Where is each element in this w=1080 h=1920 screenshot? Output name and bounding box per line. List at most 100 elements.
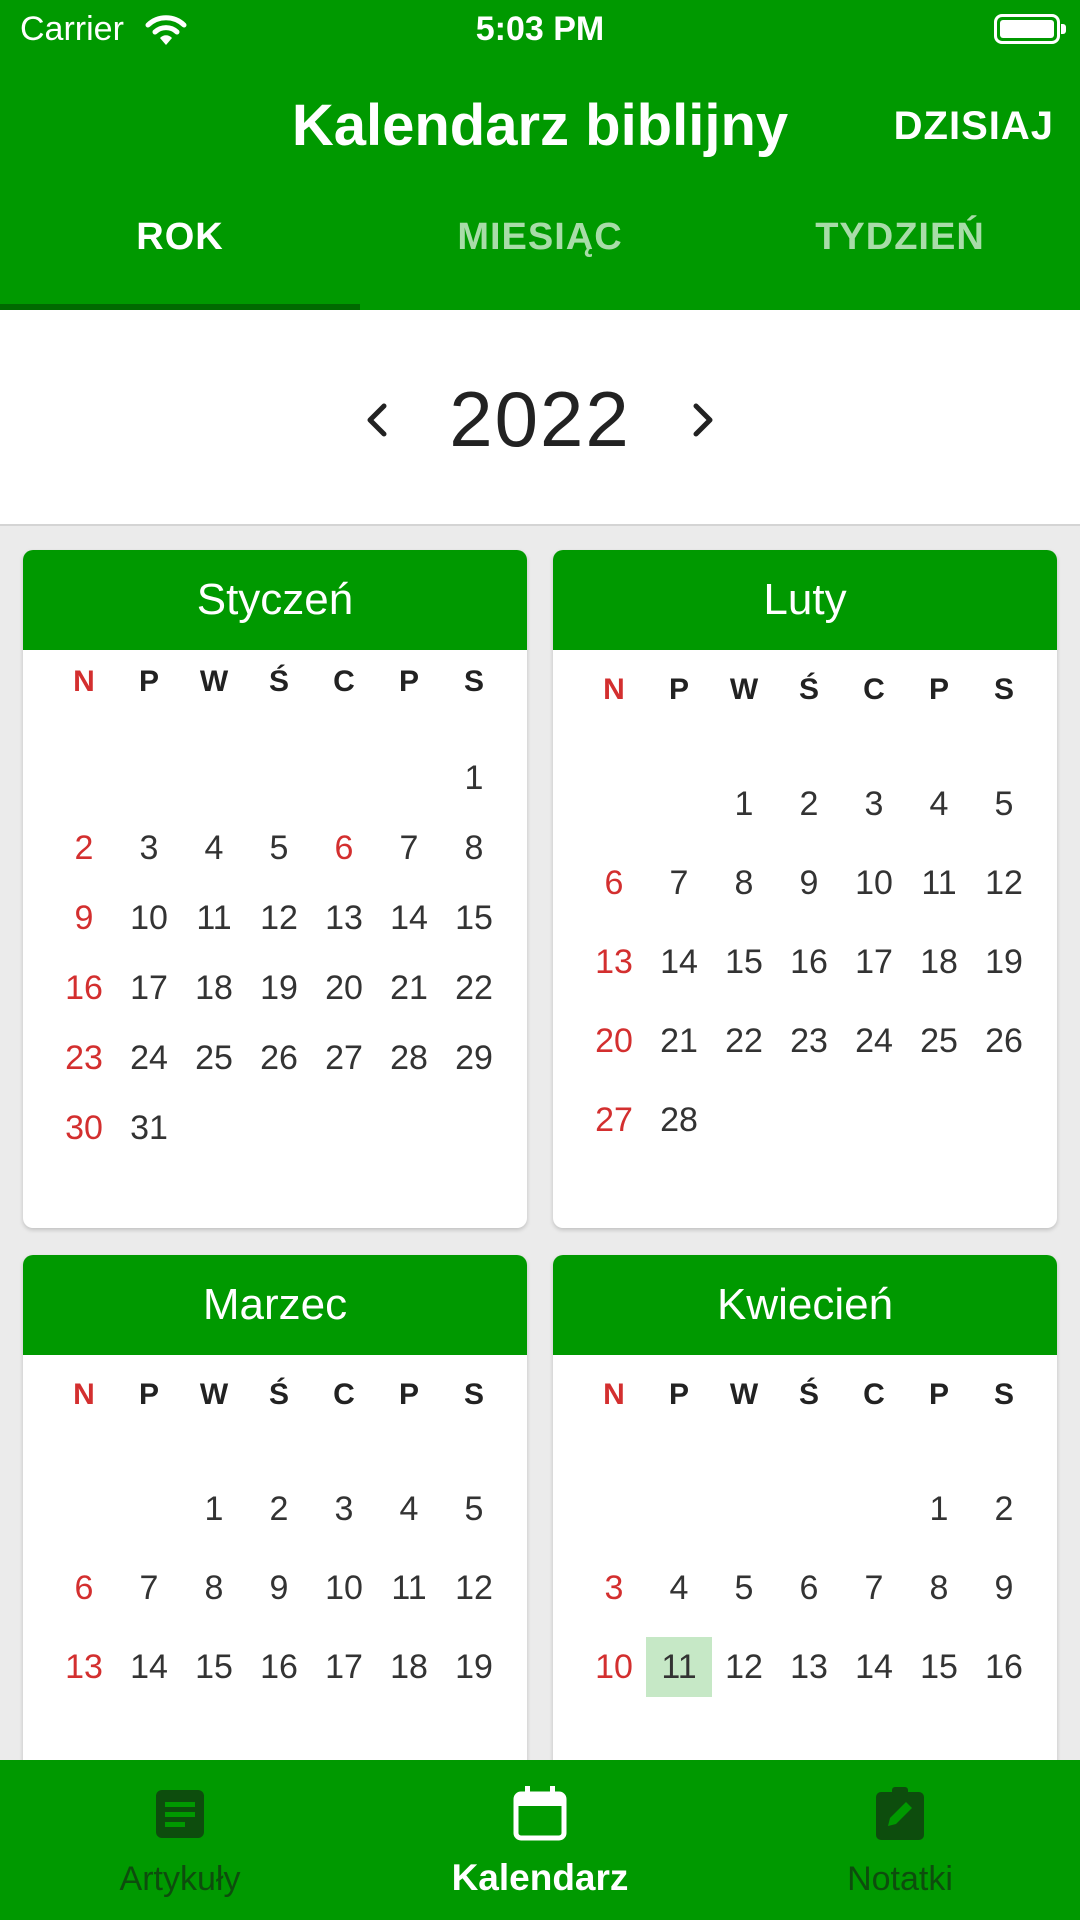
- day-cell[interactable]: 6: [776, 1558, 842, 1618]
- day-cell[interactable]: 3: [581, 1558, 647, 1618]
- day-cell[interactable]: 12: [441, 1558, 507, 1618]
- day-cell[interactable]: 1: [181, 1479, 247, 1539]
- day-cell[interactable]: 29: [441, 1028, 507, 1088]
- day-cell[interactable]: 9: [971, 1558, 1037, 1618]
- chevron-left-icon[interactable]: [348, 390, 408, 450]
- day-cell[interactable]: 27: [311, 1028, 377, 1088]
- day-cell[interactable]: 4: [181, 818, 247, 878]
- day-cell[interactable]: 30: [51, 1098, 117, 1158]
- day-cell[interactable]: 11: [906, 853, 972, 913]
- tab-month[interactable]: MIESIĄC: [360, 200, 720, 310]
- day-cell[interactable]: 14: [116, 1637, 182, 1697]
- day-cell[interactable]: 9: [246, 1558, 312, 1618]
- day-cell[interactable]: 28: [376, 1028, 442, 1088]
- day-cell[interactable]: 9: [51, 888, 117, 948]
- day-cell[interactable]: 2: [51, 818, 117, 878]
- tab-week[interactable]: TYDZIEŃ: [720, 200, 1080, 310]
- day-cell[interactable]: 7: [116, 1558, 182, 1618]
- nav-notes[interactable]: Notatki: [720, 1760, 1080, 1920]
- day-cell[interactable]: 8: [441, 818, 507, 878]
- today-button[interactable]: DZISIAJ: [894, 104, 1054, 149]
- day-cell[interactable]: 16: [51, 958, 117, 1018]
- day-cell[interactable]: 20: [311, 958, 377, 1018]
- day-cell[interactable]: 15: [181, 1637, 247, 1697]
- day-cell[interactable]: 8: [181, 1558, 247, 1618]
- day-cell[interactable]: 12: [971, 853, 1037, 913]
- chevron-right-icon[interactable]: [672, 390, 732, 450]
- day-cell[interactable]: 26: [246, 1028, 312, 1088]
- day-cell[interactable]: 21: [376, 958, 442, 1018]
- day-cell[interactable]: 23: [51, 1028, 117, 1088]
- day-cell[interactable]: 18: [376, 1637, 442, 1697]
- day-cell[interactable]: 3: [311, 1479, 377, 1539]
- day-cell[interactable]: 15: [441, 888, 507, 948]
- day-cell[interactable]: 5: [971, 774, 1037, 834]
- day-cell[interactable]: 13: [311, 888, 377, 948]
- day-cell[interactable]: 10: [311, 1558, 377, 1618]
- day-cell[interactable]: 23: [776, 1011, 842, 1071]
- day-cell[interactable]: 26: [971, 1011, 1037, 1071]
- day-cell[interactable]: 7: [646, 853, 712, 913]
- day-cell[interactable]: 25: [906, 1011, 972, 1071]
- day-cell[interactable]: 18: [181, 958, 247, 1018]
- day-cell[interactable]: 3: [116, 818, 182, 878]
- day-cell[interactable]: 20: [581, 1011, 647, 1071]
- day-cell[interactable]: 1: [711, 774, 777, 834]
- day-cell[interactable]: 7: [376, 818, 442, 878]
- day-cell[interactable]: 6: [581, 853, 647, 913]
- day-cell[interactable]: 14: [841, 1637, 907, 1697]
- day-cell[interactable]: 19: [441, 1637, 507, 1697]
- day-cell[interactable]: 10: [841, 853, 907, 913]
- day-cell[interactable]: 13: [51, 1637, 117, 1697]
- day-cell[interactable]: 13: [581, 932, 647, 992]
- day-cell[interactable]: 3: [841, 774, 907, 834]
- day-cell[interactable]: 12: [246, 888, 312, 948]
- day-cell[interactable]: 13: [776, 1637, 842, 1697]
- day-cell[interactable]: 1: [441, 748, 507, 808]
- day-cell[interactable]: 19: [246, 958, 312, 1018]
- nav-calendar[interactable]: Kalendarz: [360, 1760, 720, 1920]
- day-cell[interactable]: 21: [646, 1011, 712, 1071]
- day-cell[interactable]: 11: [376, 1558, 442, 1618]
- nav-articles[interactable]: Artykuły: [0, 1760, 360, 1920]
- day-cell[interactable]: 8: [906, 1558, 972, 1618]
- day-cell[interactable]: 27: [581, 1090, 647, 1150]
- day-cell[interactable]: 18: [906, 932, 972, 992]
- day-cell[interactable]: 4: [906, 774, 972, 834]
- day-cell[interactable]: 14: [646, 932, 712, 992]
- day-cell[interactable]: 11: [646, 1637, 712, 1697]
- day-cell[interactable]: 4: [646, 1558, 712, 1618]
- day-cell[interactable]: 2: [246, 1479, 312, 1539]
- day-cell[interactable]: 10: [116, 888, 182, 948]
- day-cell[interactable]: 17: [311, 1637, 377, 1697]
- day-cell[interactable]: 12: [711, 1637, 777, 1697]
- day-cell[interactable]: 31: [116, 1098, 182, 1158]
- day-cell[interactable]: 4: [376, 1479, 442, 1539]
- day-cell[interactable]: 16: [971, 1637, 1037, 1697]
- day-cell[interactable]: 17: [841, 932, 907, 992]
- day-cell[interactable]: 1: [906, 1479, 972, 1539]
- day-cell[interactable]: 19: [971, 932, 1037, 992]
- day-cell[interactable]: 22: [711, 1011, 777, 1071]
- tab-year[interactable]: ROK: [0, 200, 360, 310]
- day-cell[interactable]: 15: [906, 1637, 972, 1697]
- day-cell[interactable]: 2: [971, 1479, 1037, 1539]
- day-cell[interactable]: 9: [776, 853, 842, 913]
- day-cell[interactable]: 16: [776, 932, 842, 992]
- day-cell[interactable]: 5: [711, 1558, 777, 1618]
- day-cell[interactable]: 11: [181, 888, 247, 948]
- day-cell[interactable]: 6: [51, 1558, 117, 1618]
- day-cell[interactable]: 17: [116, 958, 182, 1018]
- day-cell[interactable]: 14: [376, 888, 442, 948]
- day-cell[interactable]: 28: [646, 1090, 712, 1150]
- day-cell[interactable]: 24: [841, 1011, 907, 1071]
- day-cell[interactable]: 5: [246, 818, 312, 878]
- day-cell[interactable]: 25: [181, 1028, 247, 1088]
- day-cell[interactable]: 15: [711, 932, 777, 992]
- day-cell[interactable]: 5: [441, 1479, 507, 1539]
- day-cell[interactable]: 22: [441, 958, 507, 1018]
- day-cell[interactable]: 16: [246, 1637, 312, 1697]
- day-cell[interactable]: 8: [711, 853, 777, 913]
- day-cell[interactable]: 10: [581, 1637, 647, 1697]
- day-cell[interactable]: 2: [776, 774, 842, 834]
